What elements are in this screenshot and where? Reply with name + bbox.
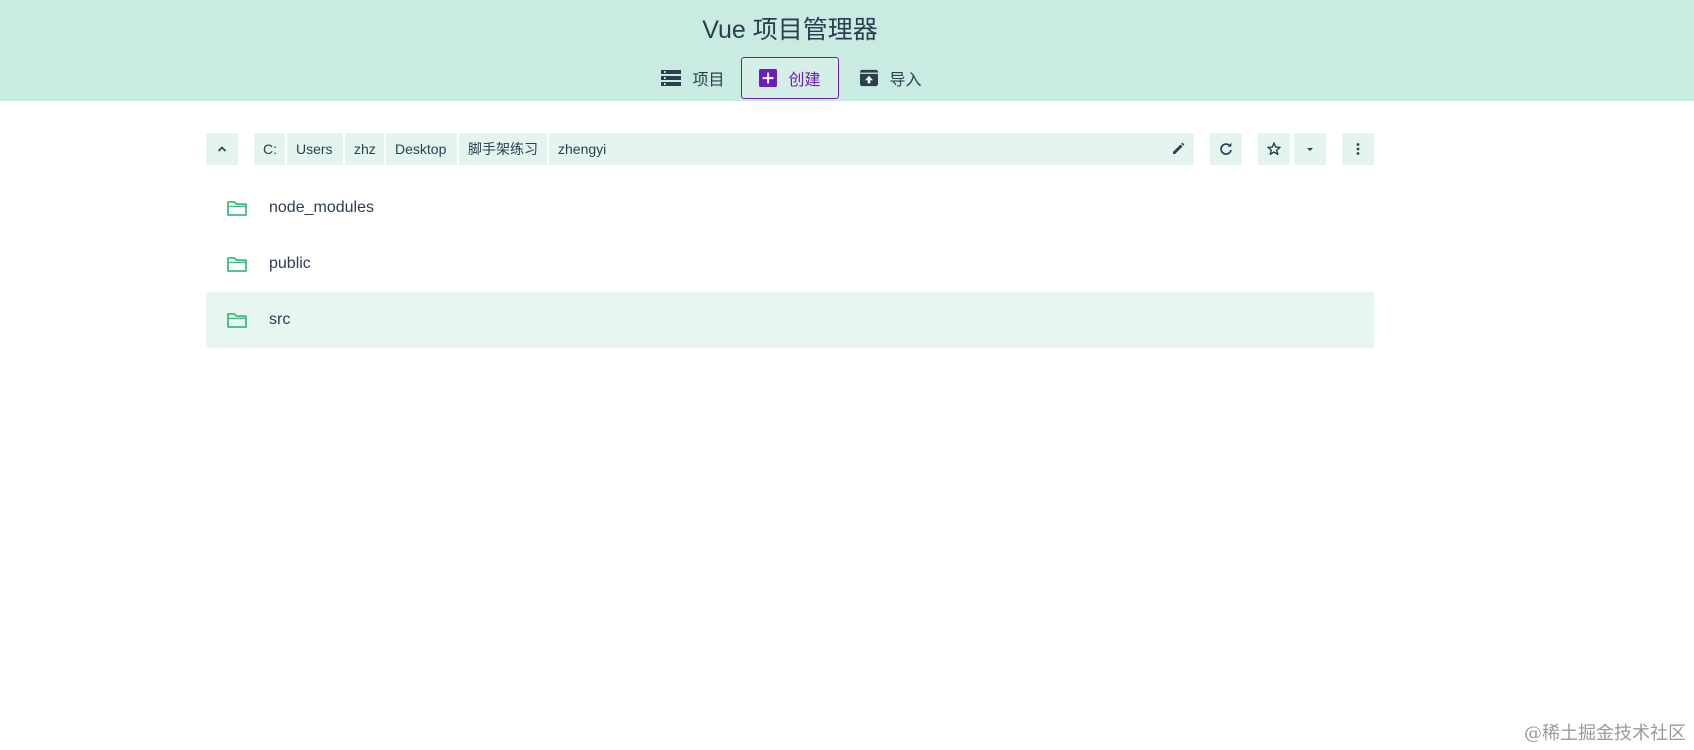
folder-icon: [227, 201, 247, 216]
refresh-button[interactable]: [1210, 133, 1242, 165]
folder-row-selected[interactable]: src: [206, 292, 1374, 348]
folder-icon: [227, 257, 247, 272]
folder-name: src: [269, 311, 291, 328]
folder-up-button[interactable]: [206, 133, 238, 165]
tab-projects[interactable]: 项目: [652, 57, 734, 99]
star-outline-icon: [1267, 142, 1281, 156]
folder-row[interactable]: node_modules: [206, 180, 1374, 236]
breadcrumb-item[interactable]: Users: [287, 133, 345, 165]
breadcrumb-item[interactable]: C:: [254, 133, 287, 165]
app-title: Vue 项目管理器: [702, 16, 878, 44]
favorite-button[interactable]: [1258, 133, 1290, 165]
folder-name: public: [269, 255, 311, 272]
tab-projects-label: 项目: [692, 72, 725, 89]
more-options-button[interactable]: [1342, 133, 1374, 165]
list-icon: [661, 70, 682, 86]
watermark: @稀土掘金技术社区: [1524, 723, 1686, 744]
tab-import-label: 导入: [889, 72, 922, 89]
folder-name: node_modules: [269, 199, 374, 216]
breadcrumb-item-current[interactable]: zhengyi: [549, 133, 639, 165]
tab-import[interactable]: 导入: [850, 57, 932, 99]
app-header: Vue 项目管理器 项目 创建 导入: [0, 0, 1694, 101]
tab-create[interactable]: 创建: [741, 57, 839, 99]
favorites-dropdown-button[interactable]: [1294, 133, 1326, 165]
folder-icon: [227, 313, 247, 328]
chevron-up-icon: [217, 146, 227, 152]
refresh-icon: [1220, 142, 1232, 155]
breadcrumb-item[interactable]: Desktop: [386, 133, 459, 165]
pencil-icon[interactable]: [1170, 141, 1186, 157]
breadcrumb-item[interactable]: zhz: [345, 133, 386, 165]
tab-create-label: 创建: [788, 72, 821, 89]
breadcrumb: C: Users zhz Desktop 脚手架练习 zhengyi: [254, 133, 1194, 165]
folder-list: node_modules public src: [206, 180, 1374, 348]
folder-row[interactable]: public: [206, 236, 1374, 292]
more-vertical-icon: [1356, 143, 1360, 155]
breadcrumb-item[interactable]: 脚手架练习: [459, 133, 549, 165]
caret-down-icon: [1307, 148, 1313, 151]
main-tabs: 项目 创建 导入: [0, 57, 1694, 100]
unarchive-icon: [860, 69, 879, 87]
add-box-icon: [759, 69, 778, 87]
